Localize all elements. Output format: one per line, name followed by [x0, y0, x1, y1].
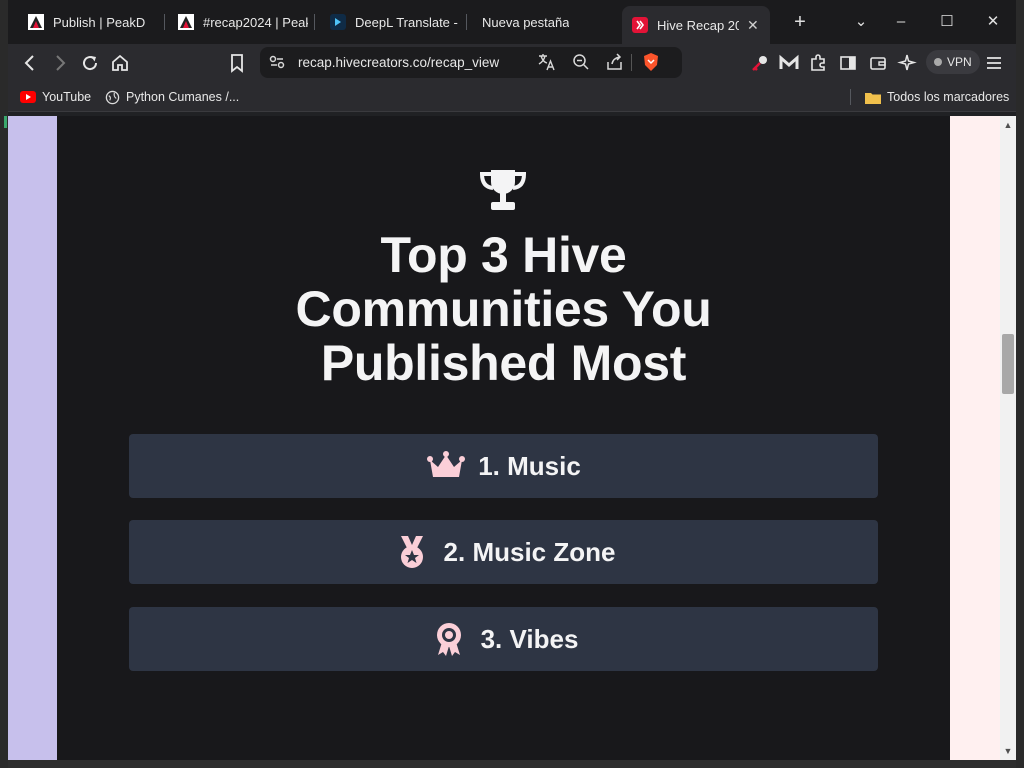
tab-strip: Publish | PeakD #recap2024 | PeakD DeepL…	[8, 0, 1016, 44]
bookmarks-separator	[850, 89, 851, 105]
tab-separator	[466, 14, 467, 30]
peakd-icon	[178, 14, 194, 30]
community-label: 1. Music	[478, 450, 581, 481]
scrollbar-thumb[interactable]	[1002, 334, 1014, 394]
bookmark-label: YouTube	[42, 90, 92, 104]
tab-separator	[314, 14, 315, 30]
browser-window: Publish | PeakD #recap2024 | PeakD DeepL…	[0, 0, 1024, 768]
sidebar-toggle-icon[interactable]	[836, 51, 860, 75]
tab-title: Hive Recap 2024	[657, 17, 739, 33]
bookmarks-bar: YouTube Python Cumanes /... Todos los ma…	[8, 82, 1016, 112]
metamask-m-icon[interactable]	[777, 51, 801, 75]
address-bar[interactable]: recap.hivecreators.co/recap_view	[260, 47, 682, 78]
community-rank-1: 1. Music	[129, 434, 878, 498]
trophy-icon	[477, 168, 529, 214]
recap-panel: Top 3 Hive Communities You Published Mos…	[57, 116, 950, 760]
brave-shields-icon[interactable]	[641, 52, 661, 72]
close-window-button[interactable]: ✕	[978, 8, 1008, 36]
vpn-button[interactable]: VPN	[926, 50, 980, 74]
url-separator	[631, 54, 632, 71]
deepl-icon	[330, 14, 346, 30]
share-icon[interactable]	[604, 51, 626, 73]
url-text[interactable]: recap.hivecreators.co/recap_view	[298, 55, 499, 70]
folder-icon	[865, 89, 881, 105]
tab-title: #recap2024 | PeakD	[203, 14, 308, 30]
scroll-down-icon[interactable]: ▼	[1003, 746, 1013, 756]
all-bookmarks-folder[interactable]: Todos los marcadores	[865, 89, 1009, 105]
bookmark-youtube[interactable]: YouTube	[20, 89, 91, 105]
crown-icon	[426, 449, 466, 483]
tab-search-button[interactable]: ⌄	[846, 8, 876, 36]
forward-icon[interactable]	[48, 51, 72, 75]
bookmark-python-cumanes[interactable]: Python Cumanes /...	[104, 89, 239, 105]
window-bottom-edge	[8, 760, 1016, 768]
medal-icon	[392, 535, 432, 569]
tab-peakd-recap[interactable]: #recap2024 | PeakD	[168, 6, 308, 38]
youtube-icon	[20, 89, 36, 105]
peakd-icon	[28, 14, 44, 30]
community-label: 2. Music Zone	[443, 536, 616, 567]
browser-toolbar: recap.hivecreators.co/recap_view VPN	[8, 44, 1016, 82]
back-icon[interactable]	[18, 51, 42, 75]
page-scrollbar[interactable]: ▲ ▼	[1000, 116, 1016, 760]
page-title: Top 3 Hive Communities You Published Mos…	[295, 227, 712, 391]
scroll-up-icon[interactable]: ▲	[1003, 120, 1013, 130]
vpn-status-dot	[934, 58, 942, 66]
community-label: 3. Vibes	[480, 623, 579, 654]
tab-new[interactable]: Nueva pestaña	[472, 6, 612, 38]
zoom-out-icon[interactable]	[570, 51, 592, 73]
home-icon[interactable]	[108, 51, 132, 75]
leo-ai-icon[interactable]	[896, 51, 920, 75]
minimize-button[interactable]: –	[886, 8, 916, 36]
bookmark-icon[interactable]	[225, 51, 249, 75]
tab-peakd-publish[interactable]: Publish | PeakD	[18, 6, 158, 38]
tab-deepl[interactable]: DeepL Translate - E	[320, 6, 460, 38]
extensions-puzzle-icon[interactable]	[806, 51, 830, 75]
tab-separator	[164, 14, 165, 30]
site-settings-icon[interactable]	[266, 51, 288, 73]
page-viewport: Top 3 Hive Communities You Published Mos…	[8, 116, 1000, 760]
extension-key-icon[interactable]	[748, 51, 772, 75]
window-edge-right	[1016, 0, 1024, 768]
translate-icon[interactable]	[536, 51, 558, 73]
menu-hamburger-icon[interactable]	[982, 51, 1006, 75]
community-rank-2: 2. Music Zone	[129, 520, 878, 584]
globe-icon	[104, 89, 120, 105]
tab-title: Publish | PeakD	[53, 14, 146, 30]
tab-title: Nueva pestaña	[482, 14, 570, 30]
wallet-icon[interactable]	[866, 51, 890, 75]
tab-hive-recap[interactable]: Hive Recap 2024 ✕	[622, 6, 770, 44]
community-rank-3: 3. Vibes	[129, 607, 878, 671]
bookmark-label: Python Cumanes /...	[126, 90, 240, 104]
reload-icon[interactable]	[78, 51, 102, 75]
edge-indicator	[4, 116, 7, 128]
tab-title: DeepL Translate - E	[355, 14, 460, 30]
close-tab-icon[interactable]: ✕	[747, 17, 759, 34]
all-bookmarks-label: Todos los marcadores	[887, 90, 1010, 104]
hive-icon	[632, 17, 648, 33]
vpn-label: VPN	[947, 55, 972, 69]
page-background-right	[950, 116, 1000, 760]
new-tab-button[interactable]: +	[788, 8, 812, 36]
maximize-button[interactable]: ☐	[932, 8, 962, 36]
award-icon	[429, 622, 469, 656]
